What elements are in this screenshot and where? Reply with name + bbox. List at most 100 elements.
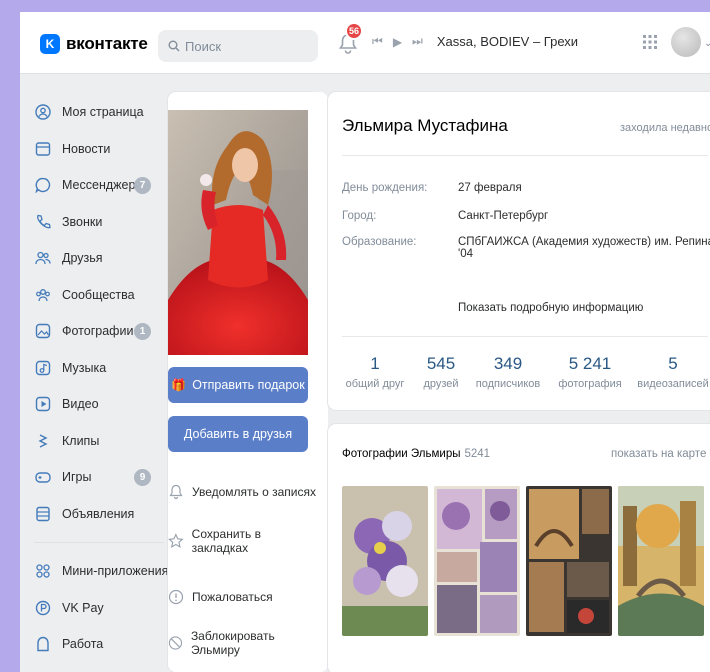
profile-actions-card: 🎁 Отправить подарок Добавить в друзья Ув… — [168, 92, 328, 672]
next-track-icon[interactable]: ⏭ — [412, 34, 423, 49]
photo-thumbnail[interactable] — [618, 486, 704, 636]
photo-thumbnail[interactable] — [526, 486, 612, 636]
show-on-map-link[interactable]: показать на карте — [611, 448, 706, 460]
sidebar-item-label: Работа — [62, 637, 104, 652]
block-action[interactable]: Заблокировать Эльмиру — [168, 629, 318, 657]
current-track[interactable]: Xassa, BODIEV – Грехи — [437, 34, 578, 49]
notify-posts-action[interactable]: Уведомлять о записях — [168, 484, 316, 500]
audio-player: ⏮ ▶ ⏭ Xassa, BODIEV – Грехи — [372, 34, 578, 49]
sidebar-item-label: Музыка — [62, 360, 107, 375]
sidebar-item-label: Мини-приложения — [62, 564, 169, 579]
sidebar-item-communities[interactable]: Сообщества — [34, 277, 174, 314]
sidebar-item-clips[interactable]: Клипы — [34, 423, 174, 460]
vk-window: K вконтакте Поиск 56 ⏮ ▶ ⏭ Xassa, BODIEV… — [20, 12, 710, 672]
sidebar-item-games[interactable]: Игры 9 — [34, 459, 174, 496]
profile-name: Эльмира Мустафина — [342, 116, 508, 135]
newspaper-icon — [34, 140, 52, 158]
bookmark-action[interactable]: Сохранить в закладках — [168, 527, 318, 555]
counter-label: друзей — [423, 378, 459, 390]
sidebar-item-mini-apps[interactable]: Мини-приложения — [34, 553, 174, 590]
counter-label: подписчиков — [475, 378, 541, 390]
city-value[interactable]: Санкт-Петербург — [458, 210, 548, 222]
education-label: Образование: — [342, 236, 417, 248]
counter-friends[interactable]: 545 друзей — [416, 354, 466, 390]
sidebar-item-label: Сообщества — [62, 287, 135, 302]
search-input[interactable]: Поиск — [158, 30, 318, 62]
sidebar-item-label: Клипы — [62, 433, 100, 448]
sidebar-item-vk-pay[interactable]: VK Pay — [34, 590, 174, 627]
sidebar-item-news[interactable]: Новости — [34, 131, 174, 168]
messenger-badge: 7 — [134, 176, 151, 194]
counter-value: 1 — [370, 354, 380, 373]
report-action[interactable]: Пожаловаться — [168, 589, 273, 605]
counter-label: общий друг — [345, 378, 405, 390]
add-friend-button[interactable]: Добавить в друзья — [168, 416, 308, 452]
vk-logo[interactable]: K вконтакте — [40, 34, 148, 54]
sidebar-item-label: Объявления — [62, 506, 135, 521]
birthday-label: День рождения: — [342, 182, 428, 194]
counter-value: 349 — [493, 354, 523, 373]
gift-icon: 🎁 — [171, 378, 187, 392]
profile-photo[interactable] — [168, 110, 308, 355]
user-avatar[interactable] — [671, 27, 701, 57]
sidebar-item-label: Друзья — [62, 251, 103, 266]
add-friend-label: Добавить в друзья — [183, 427, 293, 441]
sidebar-item-my-page[interactable]: Моя страница — [34, 94, 174, 131]
sidebar-item-photos[interactable]: Фотографии 1 — [34, 313, 174, 350]
show-details-link[interactable]: Показать подробную информацию — [458, 302, 643, 314]
video-icon — [34, 395, 52, 413]
sidebar-item-music[interactable]: Музыка — [34, 350, 174, 387]
info-divider — [342, 155, 708, 156]
block-label: Заблокировать Эльмиру — [190, 629, 275, 657]
ads-icon — [34, 505, 52, 523]
bookmark-label: Сохранить в закладках — [191, 527, 261, 555]
work-icon — [34, 635, 52, 653]
left-sidebar: Моя страница Новости Мессенджер 7 Звонки… — [34, 94, 174, 663]
notify-posts-label: Уведомлять о записях — [192, 485, 316, 499]
sidebar-item-calls[interactable]: Звонки — [34, 204, 174, 241]
photos-badge: 1 — [134, 322, 151, 340]
chevron-down-icon[interactable]: ⌄ — [704, 38, 710, 49]
photo-thumbnail[interactable] — [342, 486, 428, 636]
phone-icon — [34, 213, 52, 231]
counter-photos[interactable]: 5 241 фотография — [550, 354, 630, 390]
top-header: K вконтакте Поиск 56 ⏮ ▶ ⏭ Xassa, BODIEV… — [20, 12, 710, 74]
play-icon[interactable]: ▶ — [393, 35, 402, 49]
counter-followers[interactable]: 349 подписчиков — [468, 354, 548, 390]
profile-info-card: Эльмира Мустафина заходила недавно День … — [328, 92, 710, 410]
message-icon — [34, 176, 52, 194]
birthday-value[interactable]: 27 февраля — [458, 182, 522, 194]
sidebar-item-messenger[interactable]: Мессенджер 7 — [34, 167, 174, 204]
sidebar-item-label: Мессенджер — [62, 178, 136, 193]
games-icon — [34, 468, 52, 486]
photos-title[interactable]: Фотографии Эльмиры 5241 — [342, 448, 490, 460]
sidebar-item-friends[interactable]: Друзья — [34, 240, 174, 277]
send-gift-label: Отправить подарок — [192, 378, 305, 392]
prev-track-icon[interactable]: ⏮ — [372, 34, 383, 49]
communities-icon — [34, 286, 52, 304]
send-gift-button[interactable]: 🎁 Отправить подарок — [168, 367, 308, 403]
report-label: Пожаловаться — [192, 590, 273, 604]
sidebar-item-label: Новости — [62, 141, 111, 156]
counter-videos[interactable]: 5 видеозаписей — [628, 354, 710, 390]
vk-logo-text: вконтакте — [66, 34, 148, 53]
sidebar-item-label: Видео — [62, 397, 99, 412]
photo-thumbnail[interactable] — [434, 486, 520, 636]
vk-logo-icon: K — [40, 34, 60, 54]
warning-icon — [168, 589, 184, 605]
sidebar-item-label: Игры — [62, 470, 92, 485]
sidebar-item-label: VK Pay — [62, 600, 104, 615]
sidebar-item-work[interactable]: Работа — [34, 626, 174, 663]
education-value[interactable]: СПбГАИЖСА (Академия художеств) им. Репин… — [458, 236, 710, 260]
online-status: заходила недавно — [620, 122, 710, 134]
city-label: Город: — [342, 210, 377, 222]
sidebar-item-ads[interactable]: Объявления — [34, 496, 174, 533]
bell-outline-icon — [169, 484, 183, 500]
counter-value: 5 241 — [568, 354, 612, 373]
friends-icon — [34, 249, 52, 267]
counter-mutual-friends[interactable]: 1 общий друг — [340, 354, 410, 390]
sidebar-item-video[interactable]: Видео — [34, 386, 174, 423]
info-divider — [342, 336, 708, 337]
apps-grid-icon[interactable] — [642, 34, 658, 50]
counter-value: 5 — [668, 354, 678, 373]
